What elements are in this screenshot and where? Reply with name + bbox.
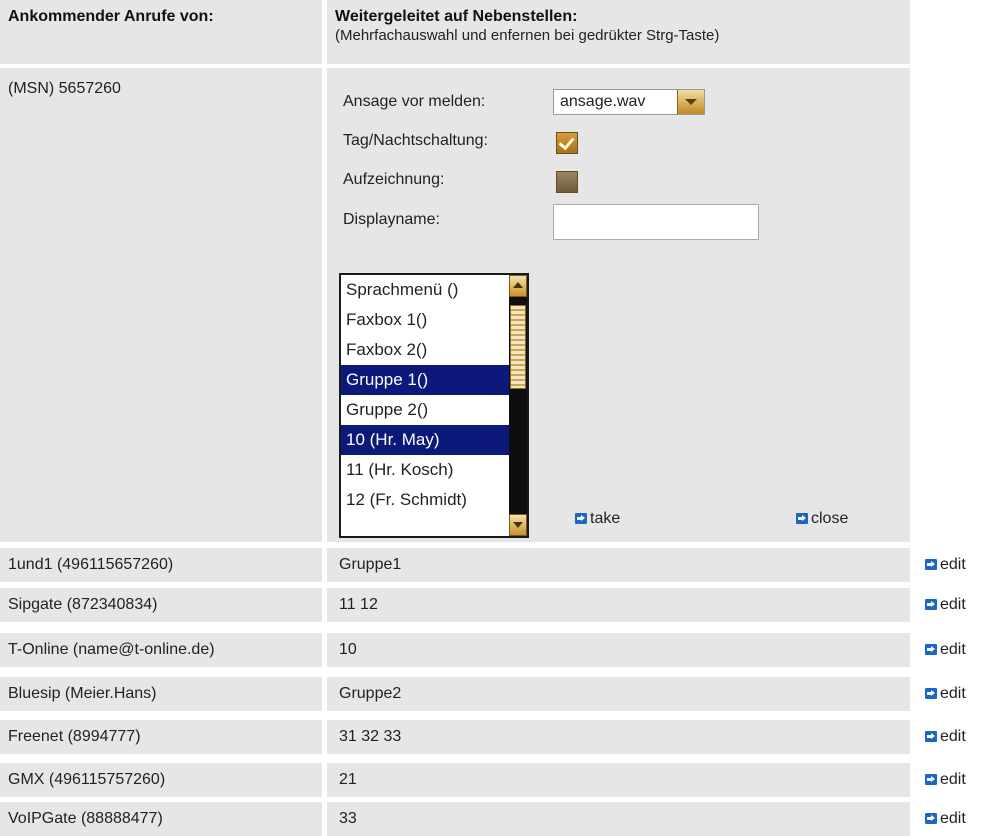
edit-link[interactable]: edit [925,588,966,622]
arrow-right-icon [575,513,587,524]
arrow-right-icon [925,559,937,570]
extension-listbox[interactable]: Sprachmenü () Faxbox 1() Faxbox 2() Grup… [339,273,529,538]
edit-label: edit [940,810,966,827]
edit-label: edit [940,641,966,658]
extension-option[interactable]: 11 (Hr. Kosch) [341,455,520,485]
announcement-select-value: ansage.wav [560,93,646,110]
displayname-input[interactable] [553,204,759,240]
edit-link[interactable]: edit [925,548,966,582]
row-target: 21 [327,763,910,797]
row-source: Bluesip (Meier.Hans) [0,677,322,711]
edit-link[interactable]: edit [925,633,966,667]
daynight-label: Tag/Nachtschaltung: [343,132,488,149]
extension-option[interactable]: 12 (Fr. Schmidt) [341,485,520,515]
edit-label: edit [940,685,966,702]
arrow-right-icon [925,731,937,742]
extension-option[interactable]: Gruppe 2() [341,395,520,425]
close-label: close [811,510,849,527]
scroll-up-icon[interactable] [509,275,527,297]
arrow-right-icon [925,813,937,824]
arrow-right-icon [796,513,808,524]
row-source: Freenet (8994777) [0,720,322,754]
msn-source-cell: (MSN) 5657260 [0,68,322,542]
listbox-scrollbar[interactable] [509,275,527,536]
row-target: 11 12 [327,588,910,622]
header-incoming-title: Ankommender Anrufe von: [8,8,214,25]
edit-label: edit [940,556,966,573]
row-source: T-Online (name@t-online.de) [0,633,322,667]
row-source: VoIPGate (88888477) [0,802,322,836]
edit-link[interactable]: edit [925,677,966,711]
header-forwarded-title: Weitergeleitet auf Nebenstellen: [335,8,578,25]
displayname-label: Displayname: [343,211,440,228]
daynight-checkbox[interactable] [556,132,578,154]
take-label: take [590,510,621,527]
header-forwarded: Weitergeleitet auf Nebenstellen: (Mehrfa… [327,0,910,64]
header-forwarded-subtitle: (Mehrfachauswahl und enfernen bei gedrük… [335,27,720,44]
row-source: 1und1 (496115657260) [0,548,322,582]
edit-label: edit [940,596,966,613]
recording-checkbox[interactable] [556,171,578,193]
msn-edit-panel: Ansage vor melden: ansage.wav Tag/Nachts… [327,68,910,542]
arrow-right-icon [925,644,937,655]
scrollbar-thumb[interactable] [510,305,526,389]
msn-source-label: (MSN) 5657260 [8,80,121,97]
recording-label: Aufzeichnung: [343,171,445,188]
edit-label: edit [940,771,966,788]
extension-option[interactable]: Sprachmenü () [341,275,520,305]
row-target: 33 [327,802,910,836]
take-link[interactable]: take [575,510,620,528]
checkmark-icon [558,133,575,151]
arrow-right-icon [925,688,937,699]
extension-option[interactable]: Faxbox 2() [341,335,520,365]
chevron-down-icon[interactable] [677,90,704,114]
extension-option-selected[interactable]: 10 (Hr. May) [341,425,520,455]
row-source: GMX (496115757260) [0,763,322,797]
extension-option-selected[interactable]: Gruppe 1() [341,365,520,395]
edit-link[interactable]: edit [925,763,966,797]
close-link[interactable]: close [796,510,848,528]
extension-option[interactable]: Faxbox 1() [341,305,520,335]
row-target: 31 32 33 [327,720,910,754]
arrow-right-icon [925,599,937,610]
edit-link[interactable]: edit [925,720,966,754]
edit-link[interactable]: edit [925,802,966,836]
row-target: Gruppe1 [327,548,910,582]
row-target: Gruppe2 [327,677,910,711]
scroll-down-icon[interactable] [509,514,527,536]
edit-label: edit [940,728,966,745]
row-source: Sipgate (872340834) [0,588,322,622]
announcement-label: Ansage vor melden: [343,93,486,110]
arrow-right-icon [925,774,937,785]
row-target: 10 [327,633,910,667]
announcement-select[interactable]: ansage.wav [553,89,705,115]
header-incoming-calls: Ankommender Anrufe von: [0,0,322,64]
